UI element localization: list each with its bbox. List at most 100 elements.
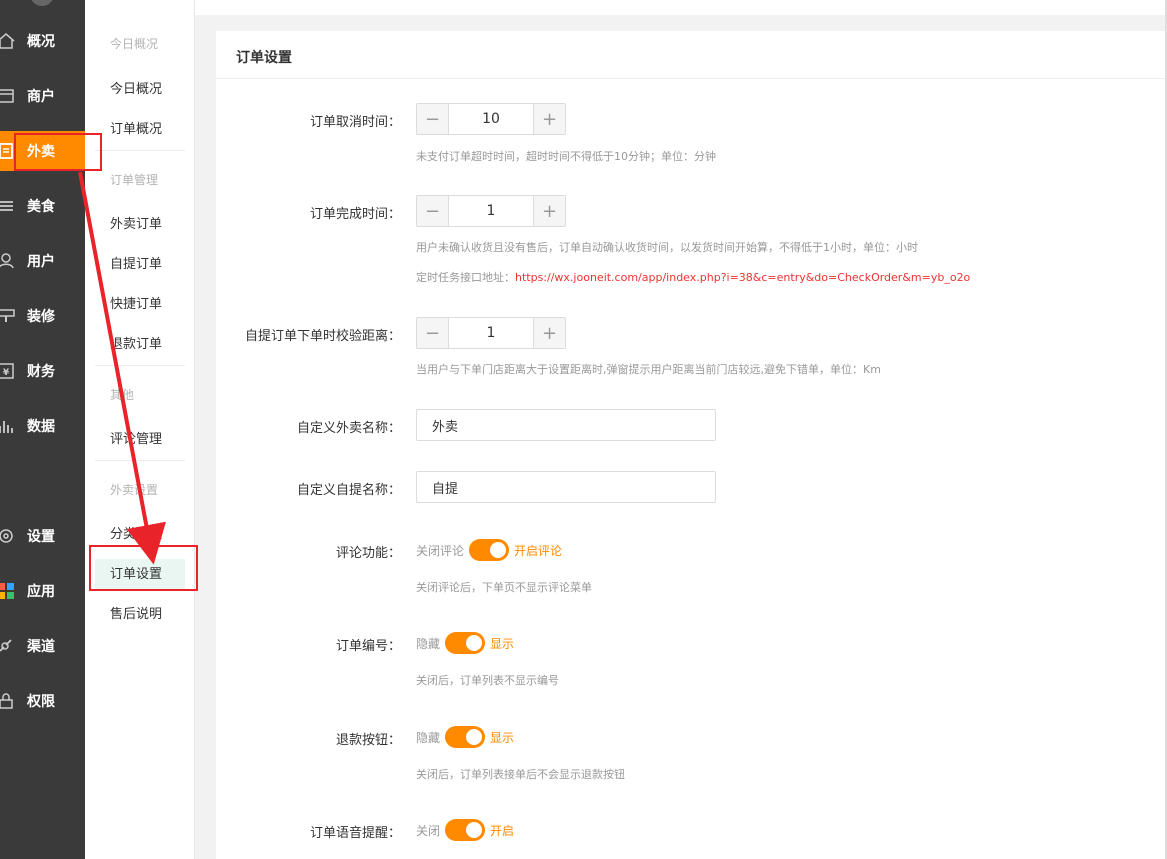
cancel-time-label: 订单取消时间： [309, 115, 401, 130]
increment-button[interactable]: + [533, 318, 565, 348]
divider [95, 460, 185, 461]
sidebar-item-label: 美食 [27, 199, 55, 215]
switch-off-label: 关闭 [416, 823, 441, 838]
sidebar-item-label: 数据 [27, 419, 55, 435]
sidebar-item-label: 设置 [27, 529, 55, 545]
switch-off-label: 隐藏 [416, 636, 441, 651]
decrement-button[interactable]: − [417, 318, 449, 348]
refund-button-toggle[interactable] [445, 726, 486, 748]
subnav-group-today: 今日概况 [110, 37, 159, 51]
subnav-item-takeout-orders[interactable]: 外卖订单 [85, 209, 185, 241]
switch-on-label: 显示 [490, 636, 515, 651]
pickup-name-label: 自定义自提名称： [296, 483, 401, 498]
complete-time-label: 订单完成时间： [309, 207, 401, 222]
complete-time-hint: 用户未确认收货且没有售后，订单自动确认收货时间，以发货时间开始算，不得低于1小时… [416, 241, 918, 254]
switch-on-label: 显示 [490, 730, 515, 745]
sidebar-item-label: 权限 [27, 694, 55, 710]
cron-url-link[interactable]: https://wx.jooneit.com/app/index.php?i=3… [515, 271, 970, 284]
sidebar-item-merchant[interactable]: 商户 [0, 76, 85, 116]
decrement-button[interactable]: − [417, 104, 449, 134]
svg-text:¥: ¥ [3, 368, 10, 378]
cancel-time-stepper: − 10 + [416, 103, 566, 135]
increment-button[interactable]: + [533, 196, 565, 226]
chart-icon [0, 416, 20, 436]
page-title: 订单设置 [236, 50, 292, 66]
divider [95, 365, 185, 366]
voice-label: 订单语音提醒： [309, 826, 401, 841]
main-sidebar: 概况 商户 外卖 美食 用户 装修 ¥ 财务 数据 设置 应用 渠道 权限 [0, 0, 100, 859]
channel-icon [0, 636, 20, 656]
subnav-group-takeout-settings: 外卖设置 [110, 483, 159, 497]
sidebar-item-permission[interactable]: 权限 [0, 681, 85, 721]
pickup-distance-label: 自提订单下单时校验距离： [244, 329, 401, 344]
sidebar-item-label: 概况 [27, 34, 55, 50]
increment-button[interactable]: + [533, 104, 565, 134]
refund-button-switch-row: 隐藏 显示 [416, 726, 514, 748]
sidebar-item-decor[interactable]: 装修 [0, 296, 85, 336]
cancel-time-value[interactable]: 10 [449, 104, 533, 134]
sidebar-item-overview[interactable]: 概况 [0, 21, 85, 61]
order-no-label: 订单编号： [335, 639, 401, 654]
review-label: 评论功能： [335, 546, 401, 561]
complete-time-stepper: − 1 + [416, 195, 566, 227]
subnav-item-pickup-orders[interactable]: 自提订单 [85, 249, 185, 281]
complete-time-value[interactable]: 1 [449, 196, 533, 226]
voice-toggle[interactable] [445, 819, 486, 841]
sidebar-item-label: 用户 [27, 254, 55, 270]
sidebar-item-label: 财务 [27, 364, 55, 380]
sidebar-item-data[interactable]: 数据 [0, 406, 85, 446]
switch-off-label: 隐藏 [416, 730, 441, 745]
finance-icon: ¥ [0, 361, 20, 381]
subnav-item-refund-orders[interactable]: 退款订单 [85, 329, 185, 361]
cron-url-line: 定时任务接口地址：https://wx.jooneit.com/app/inde… [416, 269, 970, 285]
refund-button-label: 退款按钮： [335, 733, 401, 748]
cron-url-label: 定时任务接口地址： [416, 271, 515, 284]
pickup-distance-hint: 当用户与下单门店距离大于设置距离时,弹窗提示用户距离当前门店较远,避免下错单，单… [416, 363, 881, 376]
menu-icon [0, 196, 20, 216]
subnav-item-today-overview[interactable]: 今日概况 [85, 74, 185, 106]
sidebar-item-finance[interactable]: ¥ 财务 [0, 351, 85, 391]
subnav-group-orders: 订单管理 [110, 173, 159, 187]
pickup-name-input[interactable] [416, 471, 716, 503]
switch-on-label: 开启 [490, 823, 515, 838]
review-hint: 关闭评论后，下单页不显示评论菜单 [416, 581, 592, 594]
top-bar [195, 0, 1167, 15]
review-toggle[interactable] [469, 539, 510, 561]
voice-switch-row: 关闭 开启 [416, 819, 514, 841]
decrement-button[interactable]: − [417, 196, 449, 226]
sidebar-item-label: 渠道 [27, 639, 55, 655]
annotation-box-takeout [14, 133, 102, 171]
lock-icon [0, 691, 20, 711]
decor-icon [0, 306, 20, 326]
subnav-item-after-sales[interactable]: 售后说明 [85, 599, 185, 631]
divider [216, 78, 1167, 79]
apps-icon [0, 581, 20, 601]
sidebar-item-apps[interactable]: 应用 [0, 571, 85, 611]
annotation-box-order-settings [89, 545, 198, 591]
sidebar-item-user[interactable]: 用户 [0, 241, 85, 281]
cancel-time-hint: 未支付订单超时时间，超时时间不得低于10分钟；单位：分钟 [416, 150, 716, 163]
order-no-hint: 关闭后，订单列表不显示编号 [416, 674, 559, 687]
subnav-group-other: 其他 [110, 388, 135, 402]
sidebar-item-label: 装修 [27, 309, 55, 325]
sidebar-item-channel[interactable]: 渠道 [0, 626, 85, 666]
switch-on-label: 开启评论 [514, 543, 563, 558]
user-icon [0, 251, 20, 271]
order-no-toggle[interactable] [445, 632, 486, 654]
switch-off-label: 关闭评论 [416, 543, 465, 558]
logo-icon [30, 0, 54, 6]
sidebar-item-settings[interactable]: 设置 [0, 516, 85, 556]
sidebar-item-food[interactable]: 美食 [0, 186, 85, 226]
sidebar-item-label: 商户 [27, 89, 55, 105]
takeout-name-label: 自定义外卖名称： [296, 421, 401, 436]
order-no-switch-row: 隐藏 显示 [416, 632, 514, 654]
gear-icon [0, 526, 20, 546]
pickup-distance-value[interactable]: 1 [449, 318, 533, 348]
takeout-name-input[interactable] [416, 409, 716, 441]
subnav-item-quick-orders[interactable]: 快捷订单 [85, 289, 185, 321]
subnav-item-review-mgmt[interactable]: 评论管理 [85, 424, 185, 456]
refund-button-hint: 关闭后，订单列表接单后不会显示退款按钮 [416, 768, 625, 781]
divider [95, 150, 185, 151]
order-settings-panel: 订单设置 订单取消时间： − 10 + 未支付订单超时时间，超时时间不得低于10… [216, 31, 1167, 859]
pickup-distance-stepper: − 1 + [416, 317, 566, 349]
